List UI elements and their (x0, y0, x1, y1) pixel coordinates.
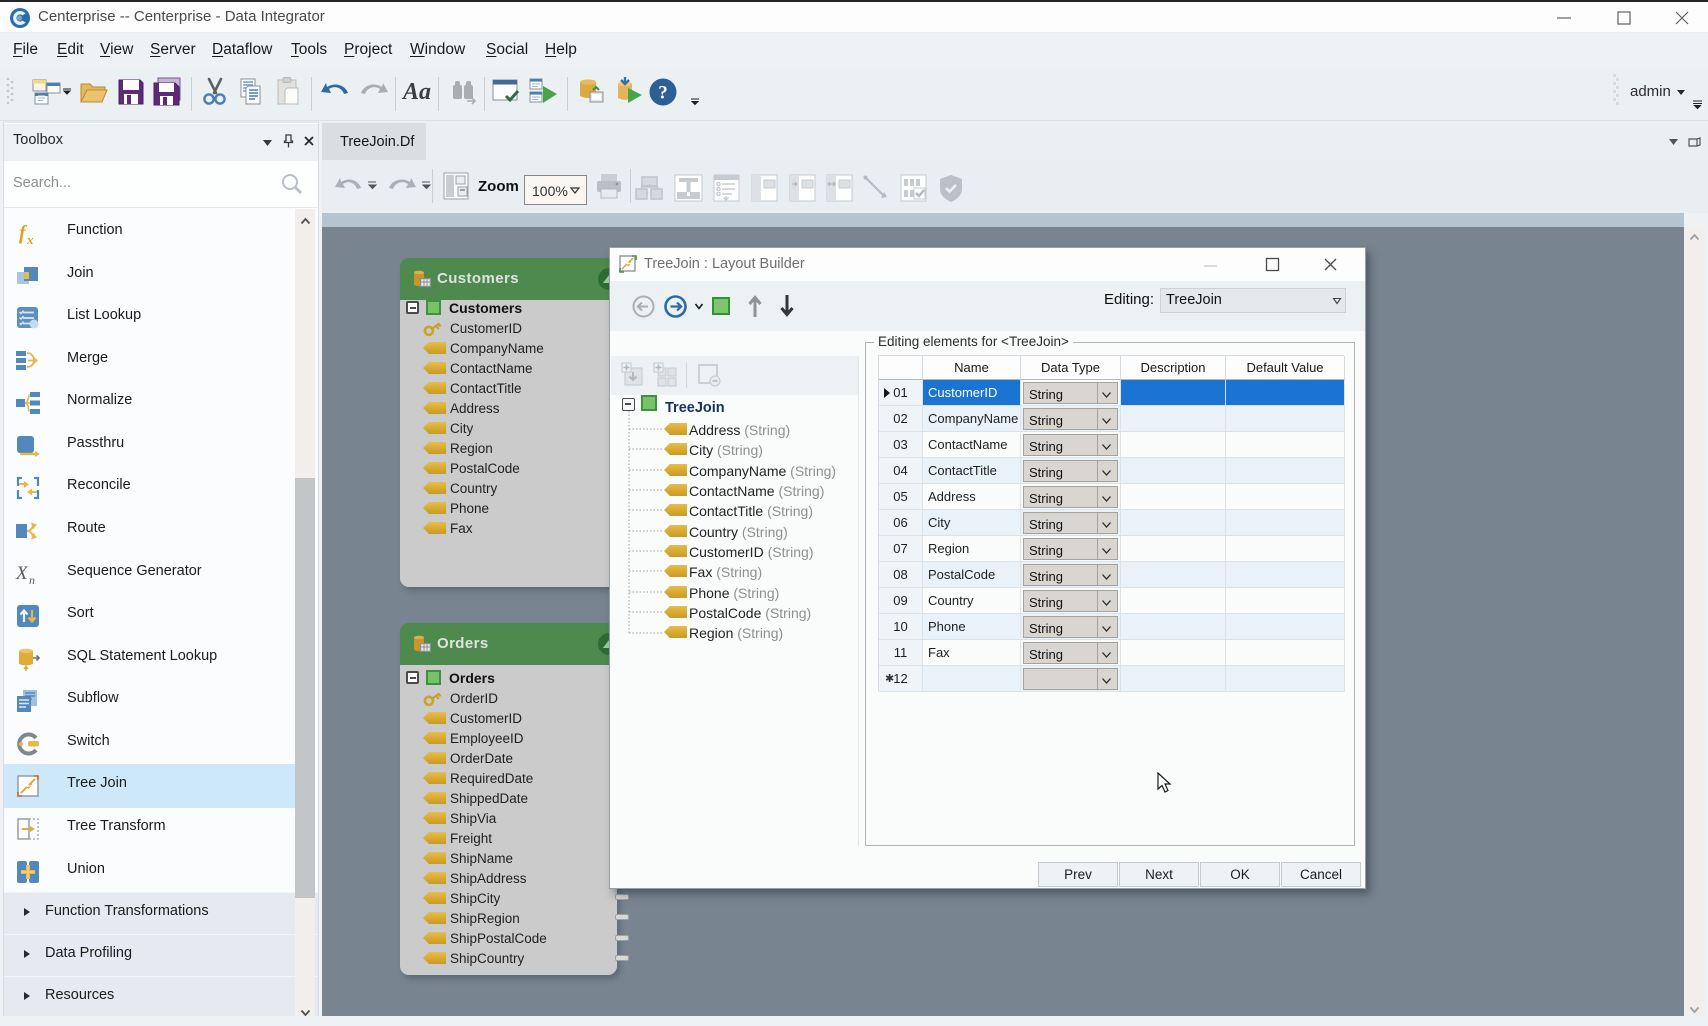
svg-text:x: x (26, 232, 34, 246)
svg-text:?: ? (658, 83, 668, 104)
svg-text:n: n (29, 573, 35, 587)
svg-text:X: X (15, 563, 29, 584)
